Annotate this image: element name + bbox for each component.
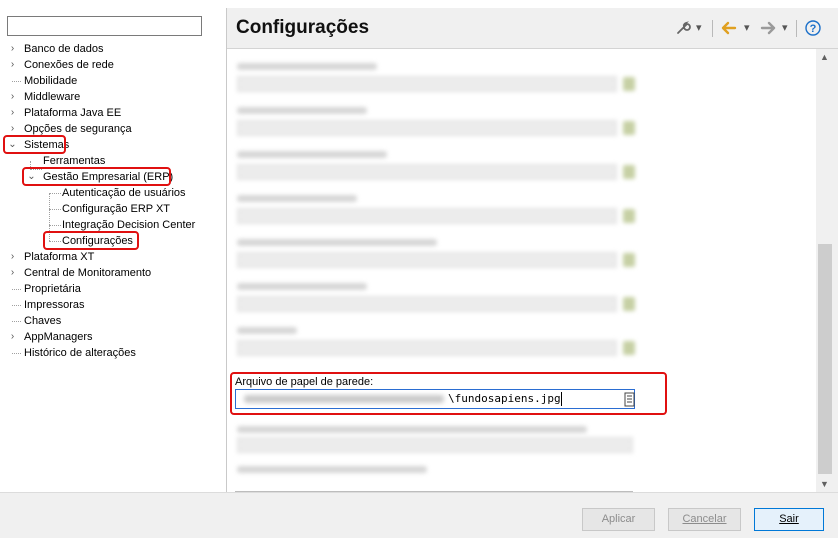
obscured-field bbox=[237, 296, 617, 312]
tree-guide bbox=[12, 321, 21, 322]
chevron-right-icon[interactable]: › bbox=[8, 41, 17, 57]
svg-text:?: ? bbox=[810, 23, 817, 35]
scroll-down-icon[interactable]: ▼ bbox=[820, 479, 829, 489]
tree-item-plataforma-xt[interactable]: › Plataforma XT bbox=[0, 249, 226, 265]
tree-item-chaves[interactable]: Chaves bbox=[0, 313, 226, 329]
obscured-button bbox=[623, 341, 635, 355]
scrollbar-thumb[interactable] bbox=[818, 244, 832, 474]
highlight-wallpaper-field bbox=[230, 372, 667, 415]
toolbar-separator bbox=[712, 20, 713, 37]
tree-item-middleware[interactable]: › Middleware bbox=[0, 89, 226, 105]
obscured-field bbox=[237, 164, 617, 180]
obscured-button bbox=[623, 121, 635, 135]
tree-panel: › Banco de dados › Conexões de rede Mobi… bbox=[0, 8, 227, 492]
tree-item-appmanagers[interactable]: › AppManagers bbox=[0, 329, 226, 345]
obscured-field bbox=[237, 340, 617, 356]
tree-item-label: Chaves bbox=[24, 315, 62, 327]
tree-item-label: Autenticação de usuários bbox=[62, 187, 186, 199]
apply-button[interactable]: Aplicar bbox=[582, 508, 655, 531]
tree-item-mobilidade[interactable]: Mobilidade bbox=[0, 73, 226, 89]
obscured-button bbox=[623, 209, 635, 223]
button-bar: Aplicar Cancelar Sair bbox=[0, 492, 838, 539]
wrench-icon[interactable] bbox=[675, 20, 691, 36]
obscured-field bbox=[237, 120, 617, 136]
settings-form: Arquivo de papel de parede: \fundosapien… bbox=[227, 49, 816, 492]
back-arrow-icon[interactable] bbox=[721, 20, 737, 36]
tree-item-label: Histórico de alterações bbox=[24, 347, 136, 359]
tree-item-label: Central de Monitoramento bbox=[24, 267, 152, 279]
obscured-label bbox=[237, 239, 437, 246]
highlight-sistemas bbox=[3, 135, 66, 154]
obscured-button bbox=[623, 77, 635, 91]
top-strip bbox=[0, 0, 838, 8]
tree-item-label: Middleware bbox=[24, 91, 81, 103]
tree-guide bbox=[12, 81, 21, 82]
tree-item-label: Banco de dados bbox=[24, 43, 104, 55]
obscured-button bbox=[623, 165, 635, 179]
tree-item-label: AppManagers bbox=[24, 331, 93, 343]
obscured-label bbox=[237, 283, 367, 290]
tree-item-configuracao-erp-xt[interactable]: Configuração ERP XT bbox=[0, 201, 226, 217]
obscured-label bbox=[237, 327, 297, 334]
tree-item-label: Configuração ERP XT bbox=[62, 203, 171, 215]
settings-panel: Configurações ▾ ▾ ▾ ? Arquivo de papel d… bbox=[227, 8, 838, 492]
page-title: Configurações bbox=[236, 17, 370, 38]
chevron-right-icon[interactable]: › bbox=[8, 89, 17, 105]
tree-item-label: Plataforma Java EE bbox=[24, 107, 122, 119]
chevron-right-icon[interactable]: › bbox=[8, 105, 17, 121]
tree-item-proprietaria[interactable]: Proprietária bbox=[0, 281, 226, 297]
background-window-strip bbox=[0, 538, 838, 546]
chevron-right-icon[interactable]: › bbox=[8, 57, 17, 73]
tree-item-banco-de-dados[interactable]: › Banco de dados bbox=[0, 41, 226, 57]
tree-item-label: Proprietária bbox=[24, 283, 81, 295]
toolbar-separator bbox=[796, 20, 797, 37]
obscured-field bbox=[237, 76, 617, 92]
tree-guide bbox=[12, 289, 21, 290]
chevron-down-icon[interactable]: ▾ bbox=[744, 20, 750, 36]
obscured-label bbox=[237, 107, 367, 114]
tree-item-label: Mobilidade bbox=[24, 75, 78, 87]
chevron-down-icon[interactable]: ▾ bbox=[782, 20, 788, 36]
highlight-configuracoes bbox=[43, 231, 139, 250]
tree-item-central-de-monitoramento[interactable]: › Central de Monitoramento bbox=[0, 265, 226, 281]
tree-item-autenticacao-de-usuarios[interactable]: Autenticação de usuários bbox=[0, 185, 226, 201]
tree-guide bbox=[12, 305, 21, 306]
panel-header: Configurações ▾ ▾ ▾ ? bbox=[227, 8, 838, 49]
chevron-right-icon[interactable]: › bbox=[8, 329, 17, 345]
tree-item-label: Impressoras bbox=[24, 299, 85, 311]
preferences-dialog: › Banco de dados › Conexões de rede Mobi… bbox=[0, 8, 838, 539]
tree-item-impressoras[interactable]: Impressoras bbox=[0, 297, 226, 313]
obscured-button bbox=[623, 253, 635, 267]
vertical-scrollbar[interactable]: ▲ ▼ bbox=[816, 49, 838, 492]
chevron-right-icon[interactable]: › bbox=[8, 249, 17, 265]
obscured-label bbox=[237, 426, 587, 433]
tree-item-conexoes-de-rede[interactable]: › Conexões de rede bbox=[0, 57, 226, 73]
chevron-right-icon[interactable]: › bbox=[8, 265, 17, 281]
chevron-down-icon[interactable]: ▾ bbox=[696, 20, 702, 36]
forward-arrow-icon[interactable] bbox=[760, 20, 776, 36]
tree-guide bbox=[12, 353, 21, 354]
obscured-button bbox=[623, 297, 635, 311]
obscured-label bbox=[237, 63, 377, 70]
filter-input[interactable] bbox=[7, 16, 202, 36]
tree-item-historico-de-alteracoes[interactable]: Histórico de alterações bbox=[0, 345, 226, 361]
exit-button[interactable]: Sair bbox=[754, 508, 824, 531]
tree-item-label: Plataforma XT bbox=[24, 251, 95, 263]
obscured-label bbox=[237, 151, 387, 158]
tree-item-label: Conexões de rede bbox=[24, 59, 114, 71]
tree-item-plataforma-java-ee[interactable]: › Plataforma Java EE bbox=[0, 105, 226, 121]
highlight-gestao-empresarial bbox=[22, 167, 171, 186]
obscured-field bbox=[237, 437, 633, 453]
help-icon[interactable]: ? bbox=[805, 20, 821, 36]
obscured-label bbox=[237, 195, 357, 202]
scroll-up-icon[interactable]: ▲ bbox=[820, 52, 829, 62]
obscured-field bbox=[237, 252, 617, 268]
obscured-field bbox=[237, 208, 617, 224]
cancel-button[interactable]: Cancelar bbox=[668, 508, 741, 531]
obscured-label bbox=[237, 466, 427, 473]
